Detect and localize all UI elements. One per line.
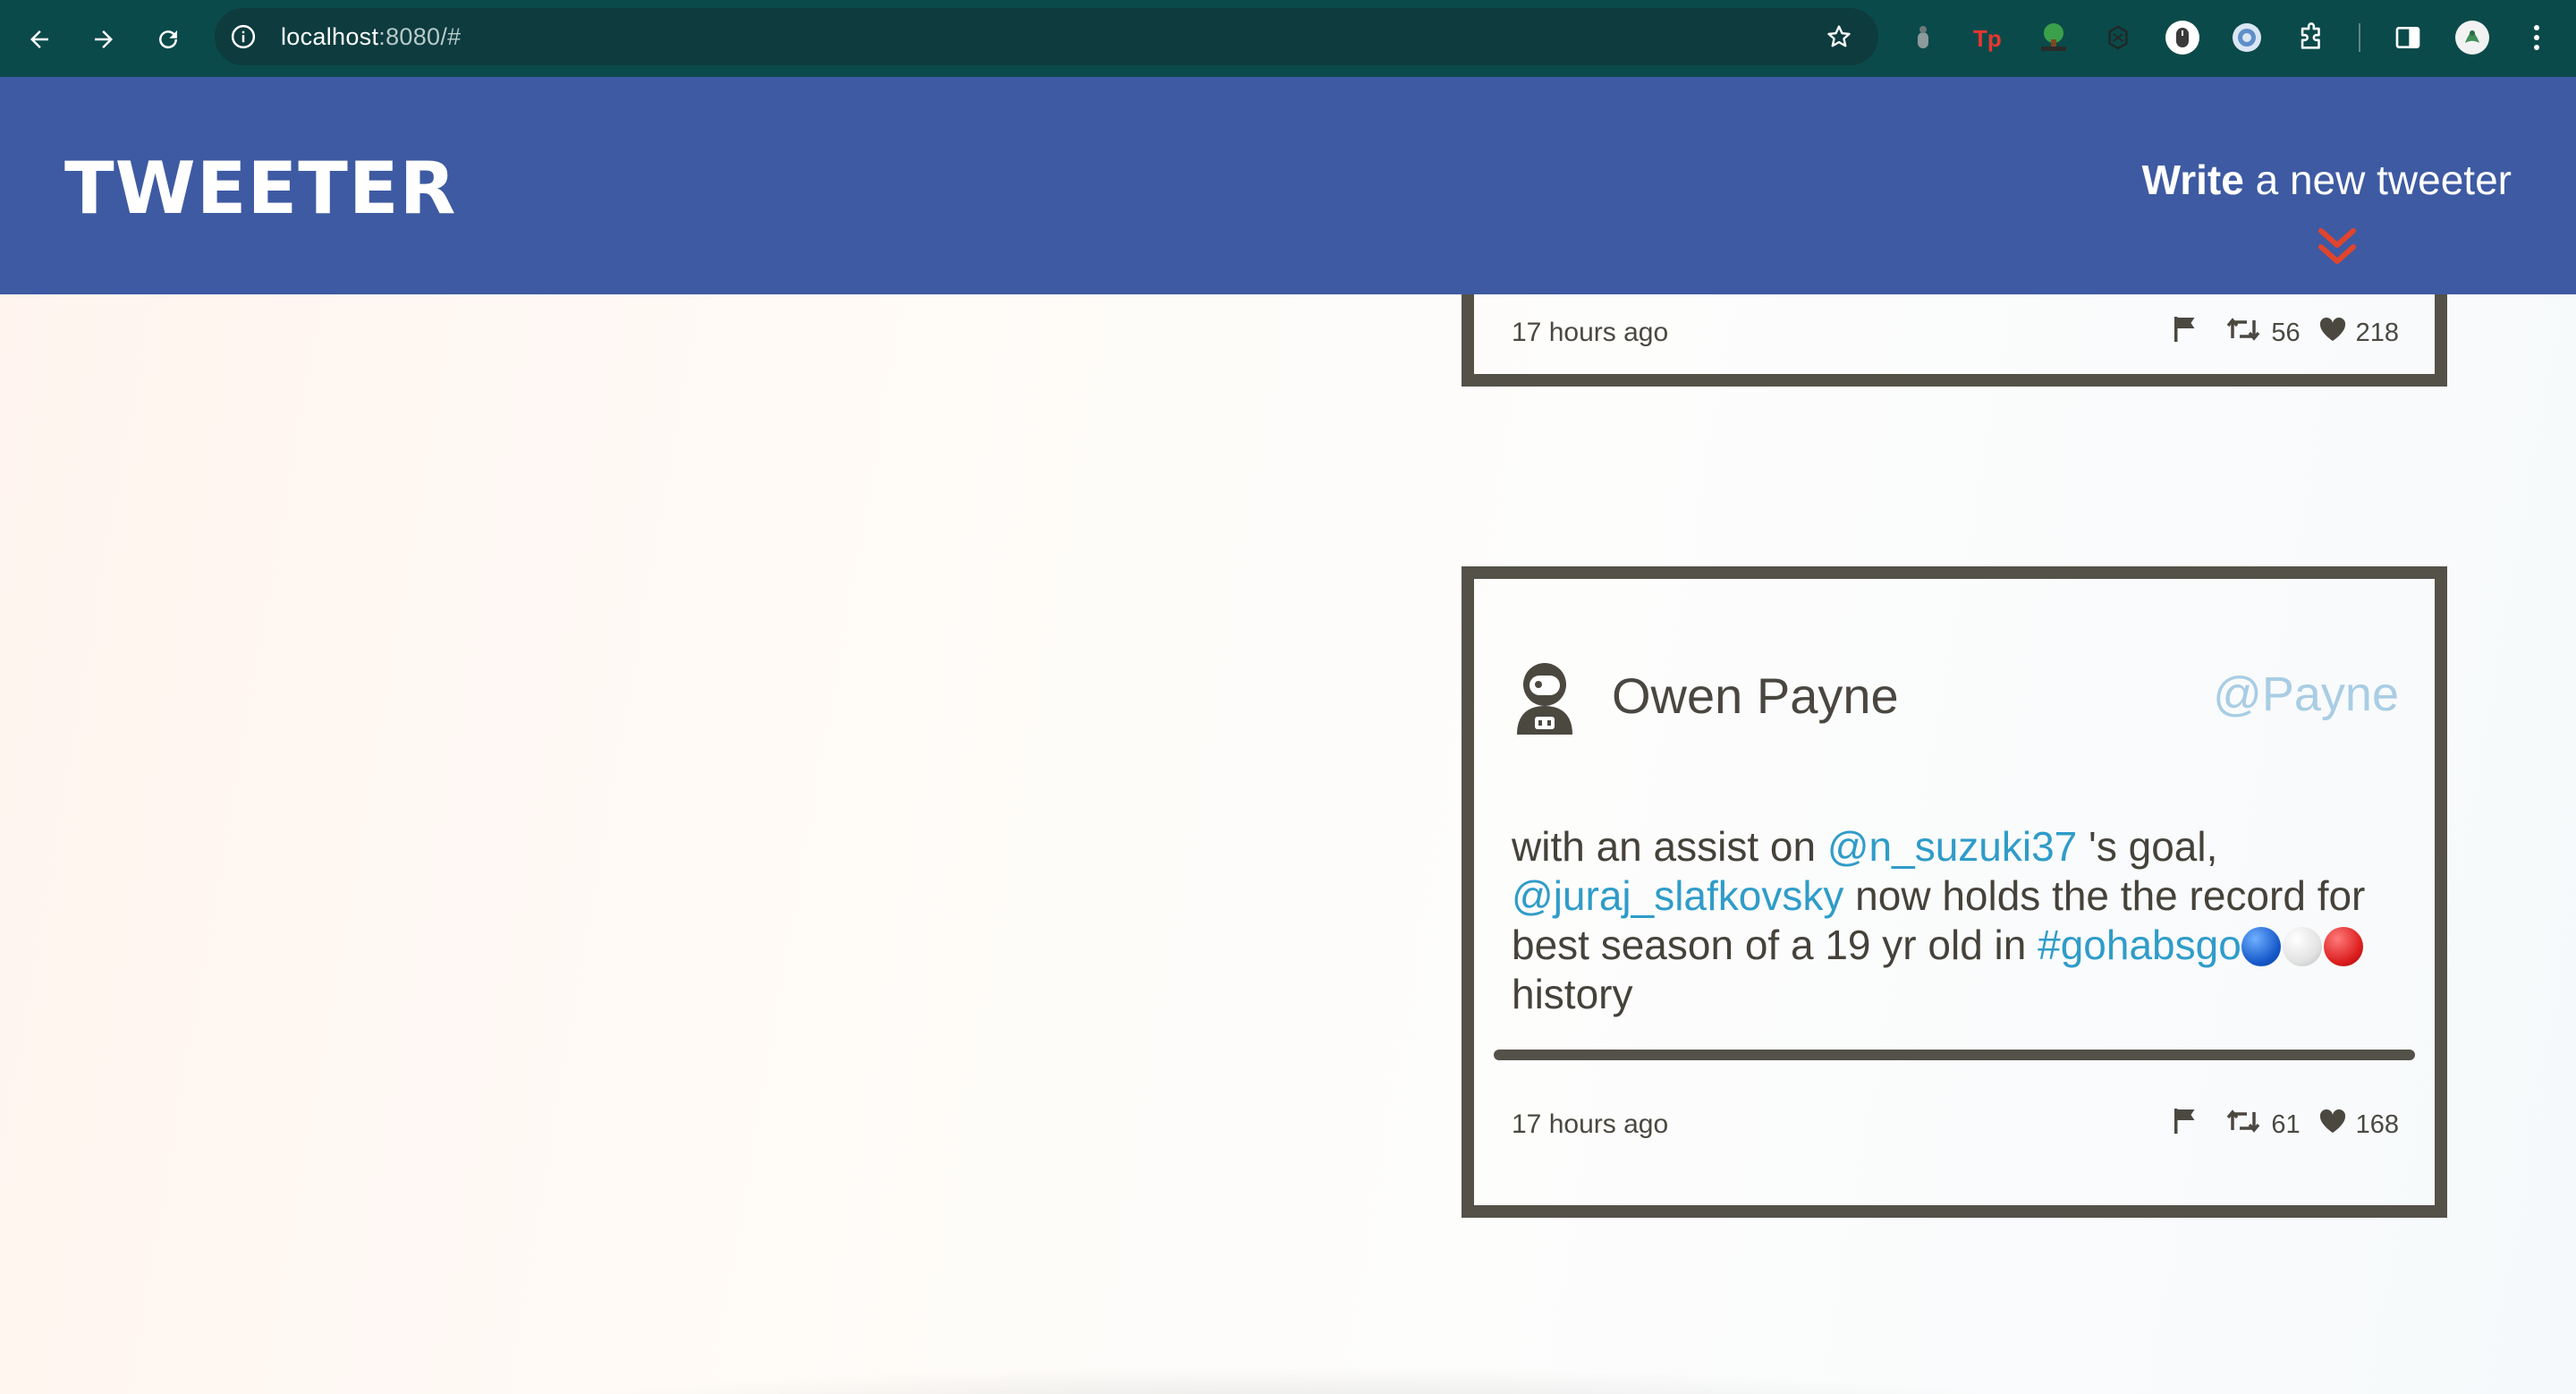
write-bold-label: Write — [2141, 157, 2244, 203]
url-host: localhost — [281, 23, 379, 50]
hashtag-link[interactable]: #gohabsgo — [2038, 922, 2241, 968]
white-circle-emoji — [2282, 927, 2322, 966]
write-new-tweet-toggle[interactable]: Write a new tweeter — [2142, 156, 2512, 204]
write-rest-label: a new tweeter — [2243, 157, 2512, 203]
profile-avatar[interactable] — [2453, 18, 2492, 57]
retweet-icon[interactable] — [2226, 1109, 2260, 1141]
retweet-count: 56 — [2271, 318, 2301, 347]
red-circle-emoji — [2323, 927, 2363, 966]
reload-icon[interactable] — [147, 18, 190, 61]
address-bar[interactable]: localhost:8080/# — [215, 8, 1878, 65]
extension-tp-icon[interactable]: Tp — [1970, 18, 2009, 57]
tweet-text: history — [1512, 971, 1633, 1017]
tweet-body: with an assist on @n_suzuki37 's goal, @… — [1512, 822, 2370, 1019]
toolbar-divider — [2359, 23, 2360, 52]
forward-icon[interactable] — [82, 18, 125, 61]
flag-icon[interactable] — [2173, 315, 2199, 351]
extension-ring-icon[interactable] — [2227, 18, 2267, 57]
svg-text:Tp: Tp — [1973, 25, 2002, 52]
blue-circle-emoji — [2241, 927, 2281, 966]
bookmark-star-icon[interactable] — [1823, 21, 1855, 53]
tweet-timestamp: 17 hours ago — [1512, 318, 1669, 347]
extension-openai-icon[interactable] — [2098, 18, 2138, 57]
app-header: TWEETER Write a new tweeter — [0, 77, 2576, 294]
back-icon[interactable] — [18, 18, 61, 61]
page-viewport: TWEETER Write a new tweeter 17 hours ago… — [0, 77, 2576, 1394]
tweet-card: Owen Payne @Payne with an assist on @n_s… — [1462, 566, 2447, 1218]
puzzle-icon[interactable] — [2292, 18, 2331, 57]
heart-icon[interactable] — [2318, 1109, 2347, 1141]
app-logo[interactable]: TWEETER — [64, 147, 457, 230]
extension-tree-icon[interactable] — [2034, 18, 2073, 57]
browser-toolbar: localhost:8080/# Tp — [0, 0, 2576, 77]
tweet-actions: 56 218 — [2173, 315, 2399, 351]
extension-dropper-icon[interactable] — [1903, 18, 1943, 57]
tweet-divider — [1494, 1050, 2415, 1060]
tweet-author-name: Owen Payne — [1612, 667, 1899, 724]
extension-mouse-icon[interactable] — [2163, 18, 2202, 57]
flag-icon[interactable] — [2173, 1107, 2199, 1143]
retweet-count: 61 — [2271, 1109, 2301, 1139]
heart-icon[interactable] — [2318, 317, 2347, 349]
tweet-header: Owen Payne @Payne — [1512, 659, 2399, 740]
site-info-icon[interactable] — [227, 21, 259, 53]
tweet-text: with an assist on — [1512, 823, 1827, 870]
like-count: 218 — [2355, 318, 2399, 347]
retweet-icon[interactable] — [2226, 317, 2260, 349]
astronaut-avatar-icon — [1512, 659, 1578, 735]
tweet-timestamp: 17 hours ago — [1512, 1109, 1669, 1139]
side-panel-icon[interactable] — [2388, 18, 2428, 57]
menu-icon[interactable] — [2517, 18, 2556, 57]
tweet-actions: 61 168 — [2173, 1107, 2399, 1143]
tweet-author-handle[interactable]: @Payne — [2213, 667, 2399, 722]
url-path: :8080/# — [378, 23, 462, 50]
tweet-footer: 17 hours ago 56 218 — [1512, 306, 2399, 360]
url-text[interactable]: localhost:8080/# — [281, 8, 461, 65]
mention-link[interactable]: @n_suzuki37 — [1827, 823, 2077, 870]
double-chevron-down-icon[interactable] — [2317, 227, 2358, 271]
tweet-footer: 17 hours ago 61 168 — [1512, 1098, 2399, 1152]
mention-link[interactable]: @juraj_slafkovsky — [1512, 872, 1843, 919]
compose-panel-shadow — [465, 1365, 2111, 1394]
tweet-text: 's goal, — [2077, 823, 2218, 870]
like-count: 168 — [2355, 1109, 2399, 1139]
